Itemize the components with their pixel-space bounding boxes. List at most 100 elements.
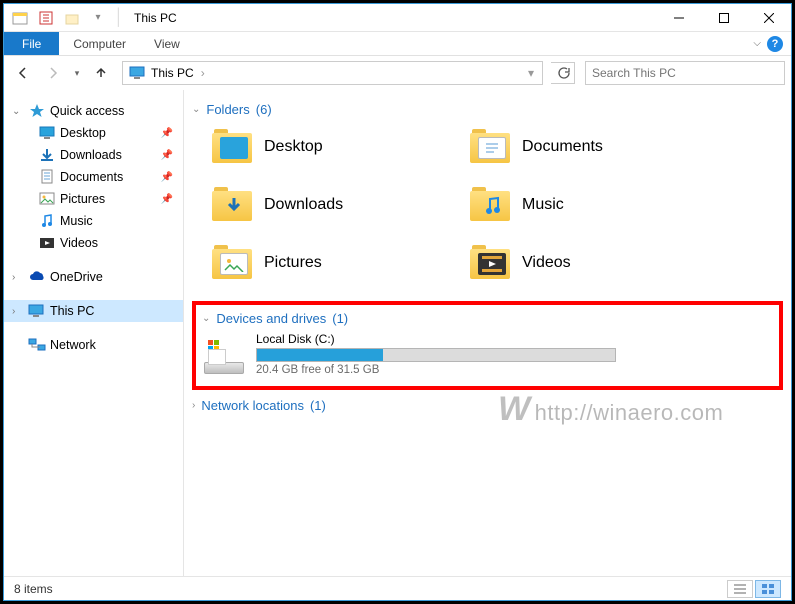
folder-label: Desktop [264, 138, 323, 156]
nav-label: Documents [60, 170, 123, 184]
capacity-bar [256, 348, 616, 362]
maximize-button[interactable] [701, 4, 746, 32]
folder-documents[interactable]: Documents [468, 123, 718, 171]
group-count: (1) [310, 398, 326, 413]
group-network-header[interactable]: › Network locations (1) [192, 398, 783, 413]
folder-desktop[interactable]: Desktop [210, 123, 460, 171]
folder-music[interactable]: Music [468, 181, 718, 229]
drive-local-disk-c[interactable]: Local Disk (C:) 20.4 GB free of 31.5 GB [202, 332, 773, 376]
group-drives-header[interactable]: ⌄ Devices and drives (1) [202, 311, 773, 326]
forward-button[interactable] [40, 60, 66, 86]
nav-label: Downloads [60, 148, 122, 162]
nav-label: Music [60, 214, 93, 228]
qat-dropdown-icon[interactable]: ▾ [88, 8, 108, 28]
view-tiles-button[interactable] [755, 580, 781, 598]
file-explorer-window: ▾ │ This PC File Computer View ⌵ ? ▾ Thi… [3, 3, 792, 601]
nav-videos[interactable]: Videos [4, 232, 183, 254]
documents-icon [38, 169, 56, 185]
group-title: Network locations [201, 398, 304, 413]
nav-label: Network [50, 338, 96, 352]
ribbon-collapse-icon[interactable]: ⌵ [753, 38, 761, 49]
onedrive-icon [28, 269, 46, 285]
group-count: (6) [256, 102, 272, 117]
nav-network[interactable]: ›Network [4, 334, 183, 356]
nav-label: Videos [60, 236, 98, 250]
window-title: This PC [124, 11, 177, 25]
desktop-icon [38, 125, 56, 141]
drive-label: Local Disk (C:) [256, 332, 773, 346]
help-icon[interactable]: ? [767, 36, 783, 52]
address-chevron-icon[interactable]: › [194, 66, 211, 80]
nav-downloads[interactable]: Downloads 📌 [4, 144, 183, 166]
navigation-pane: ⌄ Quick access Desktop 📌 Downloads 📌 Docum… [4, 90, 184, 576]
ribbon-tabs: File Computer View ⌵ ? [4, 32, 791, 56]
music-icon [38, 213, 56, 229]
recent-dropdown[interactable]: ▾ [70, 60, 84, 86]
address-segment[interactable]: This PC [151, 66, 194, 80]
this-pc-icon [28, 303, 46, 319]
back-button[interactable] [10, 60, 36, 86]
nav-documents[interactable]: Documents📌 [4, 166, 183, 188]
drive-free-text: 20.4 GB free of 31.5 GB [256, 364, 773, 376]
nav-pictures[interactable]: Pictures 📌 [4, 188, 183, 210]
folder-downloads[interactable]: Downloads [210, 181, 460, 229]
address-bar[interactable]: This PC › ▾ [122, 61, 543, 85]
nav-quick-access[interactable]: ⌄ Quick access [4, 100, 183, 122]
nav-label: Desktop [60, 126, 106, 140]
address-history-icon[interactable]: ▾ [521, 66, 540, 80]
status-bar: 8 items [4, 576, 791, 600]
group-title: Folders [206, 102, 249, 117]
folder-label: Downloads [264, 196, 343, 214]
app-icon [10, 8, 30, 28]
group-count: (1) [332, 311, 348, 326]
new-folder-icon[interactable] [62, 8, 82, 28]
up-button[interactable] [88, 60, 114, 86]
folder-label: Pictures [264, 254, 322, 272]
download-icon [38, 147, 56, 163]
view-details-button[interactable] [727, 580, 753, 598]
minimize-button[interactable] [656, 4, 701, 32]
close-button[interactable] [746, 4, 791, 32]
highlighted-drives-section: ⌄ Devices and drives (1) Local Disk (C:)… [192, 301, 783, 390]
pin-icon: 📌 [161, 150, 173, 161]
folder-icon [210, 243, 254, 283]
content-pane: ⌄ Folders (6) Desktop Documents Download… [184, 90, 791, 576]
chevron-right-icon: › [192, 400, 195, 411]
group-folders-header[interactable]: ⌄ Folders (6) [192, 102, 783, 117]
pictures-icon [38, 191, 56, 207]
tab-view[interactable]: View [140, 32, 194, 55]
tab-file[interactable]: File [4, 32, 59, 55]
folder-icon [468, 185, 512, 225]
star-icon [28, 103, 46, 119]
group-title: Devices and drives [216, 311, 326, 326]
this-pc-icon [129, 65, 147, 81]
properties-icon[interactable] [36, 8, 56, 28]
chevron-right-icon[interactable]: › [12, 272, 24, 283]
nav-label: Quick access [50, 104, 124, 118]
chevron-down-icon: ⌄ [192, 104, 200, 115]
folder-icon [468, 243, 512, 283]
tab-computer[interactable]: Computer [59, 32, 140, 55]
pin-icon: 📌 [161, 194, 173, 205]
nav-label: Pictures [60, 192, 105, 206]
videos-icon [38, 235, 56, 251]
folder-pictures[interactable]: Pictures [210, 239, 460, 287]
chevron-down-icon[interactable]: ⌄ [12, 106, 24, 117]
pin-icon: 📌 [161, 128, 173, 139]
nav-desktop[interactable]: Desktop 📌 [4, 122, 183, 144]
nav-this-pc[interactable]: ›This PC [4, 300, 183, 322]
folder-videos[interactable]: Videos [468, 239, 718, 287]
folder-icon [210, 127, 254, 167]
search-input[interactable] [585, 61, 785, 85]
nav-music[interactable]: Music [4, 210, 183, 232]
drive-icon [202, 334, 246, 374]
folder-icon [210, 185, 254, 225]
titlebar: ▾ │ This PC [4, 4, 791, 32]
nav-row: ▾ This PC › ▾ [4, 56, 791, 90]
status-item-count: 8 items [14, 582, 53, 596]
chevron-down-icon: ⌄ [202, 313, 210, 324]
chevron-right-icon[interactable]: › [12, 306, 24, 317]
refresh-button[interactable] [551, 62, 575, 84]
nav-onedrive[interactable]: ›OneDrive [4, 266, 183, 288]
folder-icon [468, 127, 512, 167]
